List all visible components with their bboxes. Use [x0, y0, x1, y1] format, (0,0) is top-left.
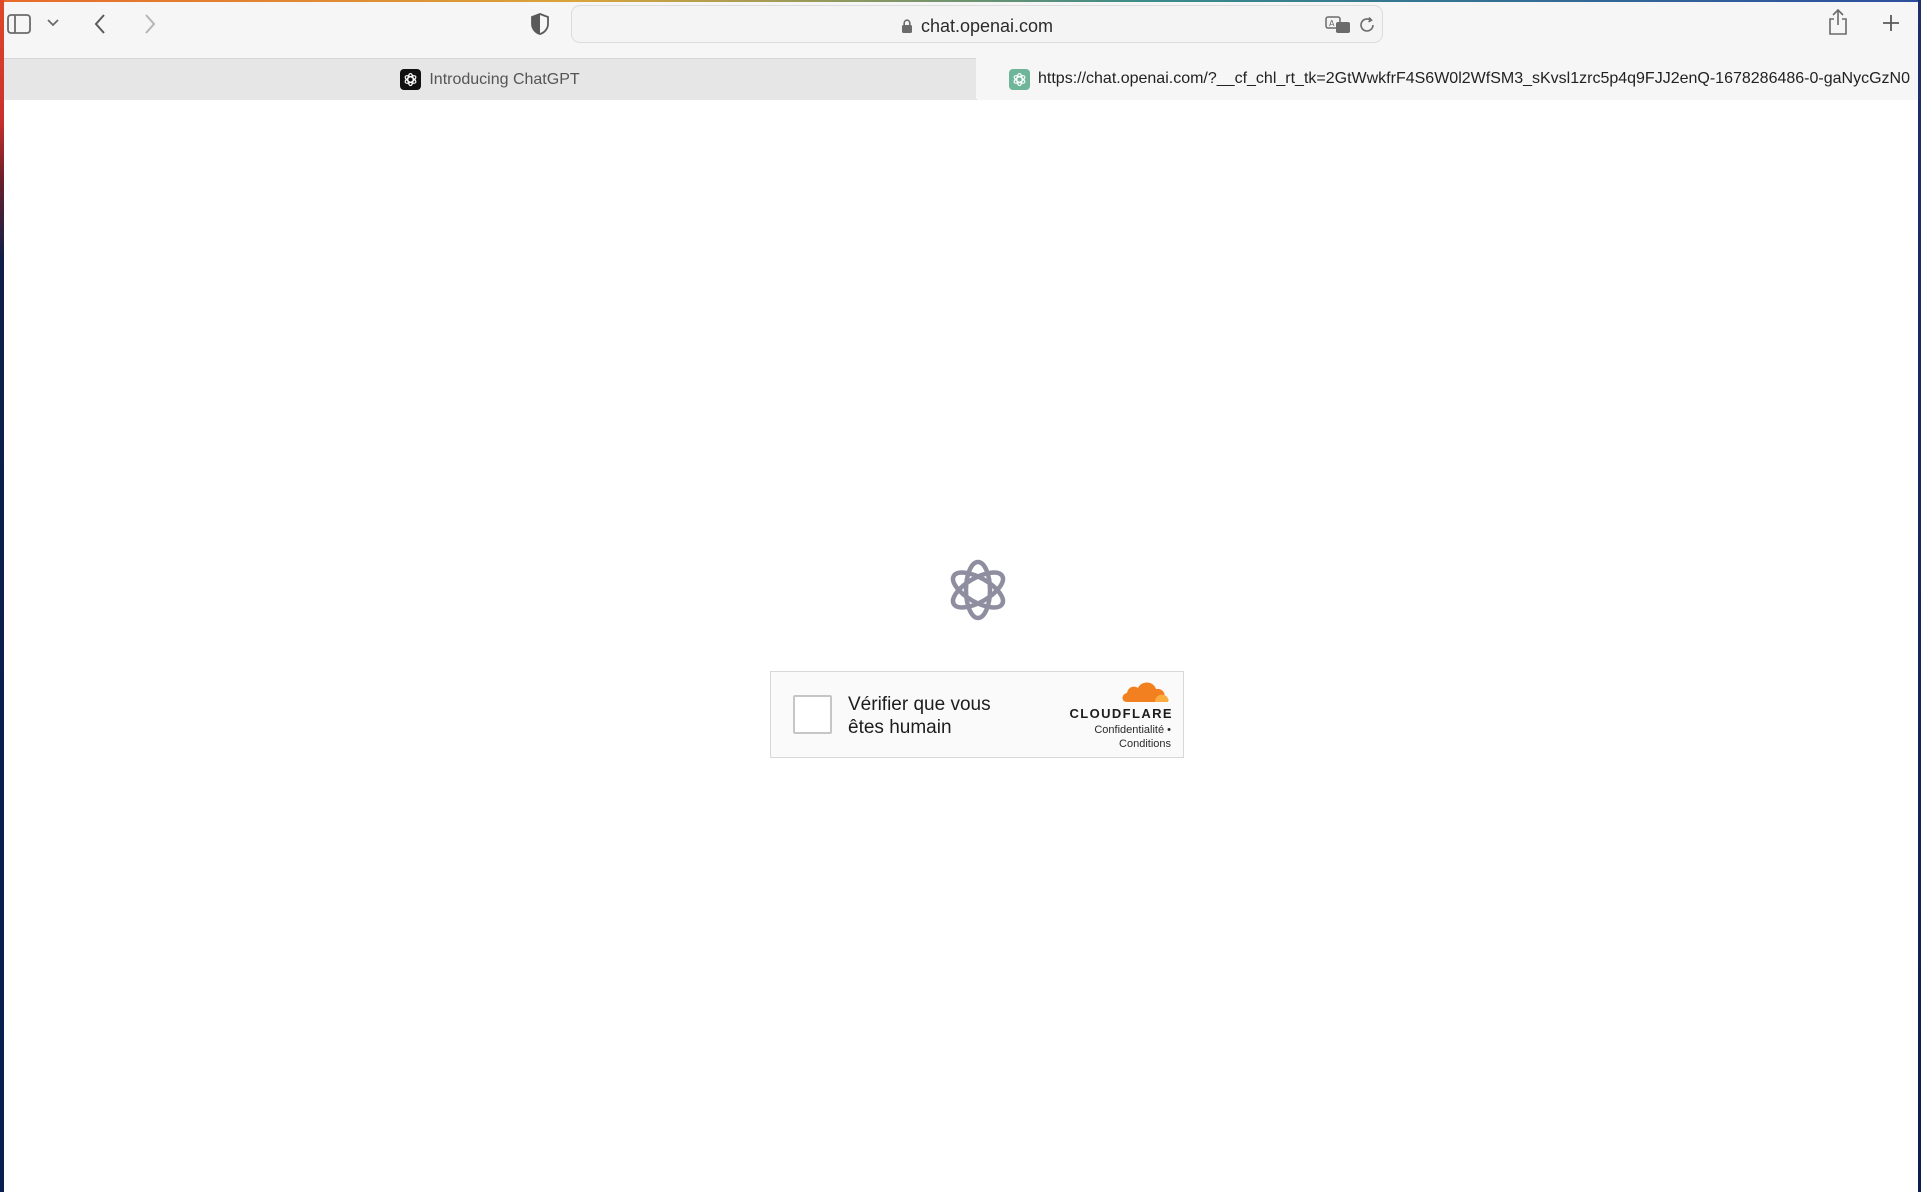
verify-human-checkbox[interactable] — [793, 695, 832, 734]
cloudflare-challenge-widget: Vérifier que vous êtes humain CLOUDFLARE… — [770, 671, 1184, 758]
forward-icon[interactable] — [142, 12, 158, 36]
tab-introducing-chatgpt[interactable]: Introducing ChatGPT — [4, 58, 976, 100]
translate-icon[interactable]: A — [1324, 14, 1352, 36]
lock-icon — [901, 19, 912, 33]
tab-bar: Introducing ChatGPT https://chat.openai.… — [4, 58, 1918, 100]
svg-text:A: A — [1329, 19, 1335, 28]
tab-title: https://chat.openai.com/?__cf_chl_rt_tk=… — [1038, 70, 1910, 87]
tab-chat-openai[interactable]: https://chat.openai.com/?__cf_chl_rt_tk=… — [977, 58, 1918, 100]
openai-favicon-icon — [1009, 68, 1030, 90]
sidebar-icon[interactable] — [6, 12, 32, 36]
back-icon[interactable] — [92, 12, 108, 36]
browser-toolbar: chat.openai.com A — [4, 2, 1918, 58]
verify-human-label: Vérifier que vous êtes humain — [848, 694, 991, 738]
share-icon[interactable] — [1827, 8, 1849, 36]
new-tab-icon[interactable] — [1880, 12, 1902, 34]
cloudflare-links: Confidentialité • Conditions — [1094, 723, 1171, 751]
privacy-shield-icon[interactable] — [528, 12, 552, 36]
chevron-down-icon[interactable] — [46, 16, 60, 30]
tab-title: Introducing ChatGPT — [429, 70, 580, 88]
address-bar[interactable]: chat.openai.com A — [571, 5, 1383, 43]
browser-window: chat.openai.com A Introducing ChatGPT ht… — [4, 2, 1918, 1192]
address-url: chat.openai.com — [572, 16, 1382, 37]
reload-icon[interactable] — [1356, 14, 1378, 36]
link-separator: • — [1167, 724, 1171, 736]
openai-favicon-icon — [400, 69, 422, 90]
page-content: Vérifier que vous êtes humain CLOUDFLARE… — [4, 101, 1918, 1192]
cloudflare-cloud-icon — [1122, 682, 1169, 702]
address-url-text: chat.openai.com — [920, 16, 1054, 36]
openai-logo-icon — [950, 559, 1006, 621]
terms-link[interactable]: Conditions — [1119, 738, 1171, 750]
cloudflare-brand: CLOUDFLARE — [1069, 706, 1173, 721]
privacy-link[interactable]: Confidentialité — [1094, 724, 1164, 736]
